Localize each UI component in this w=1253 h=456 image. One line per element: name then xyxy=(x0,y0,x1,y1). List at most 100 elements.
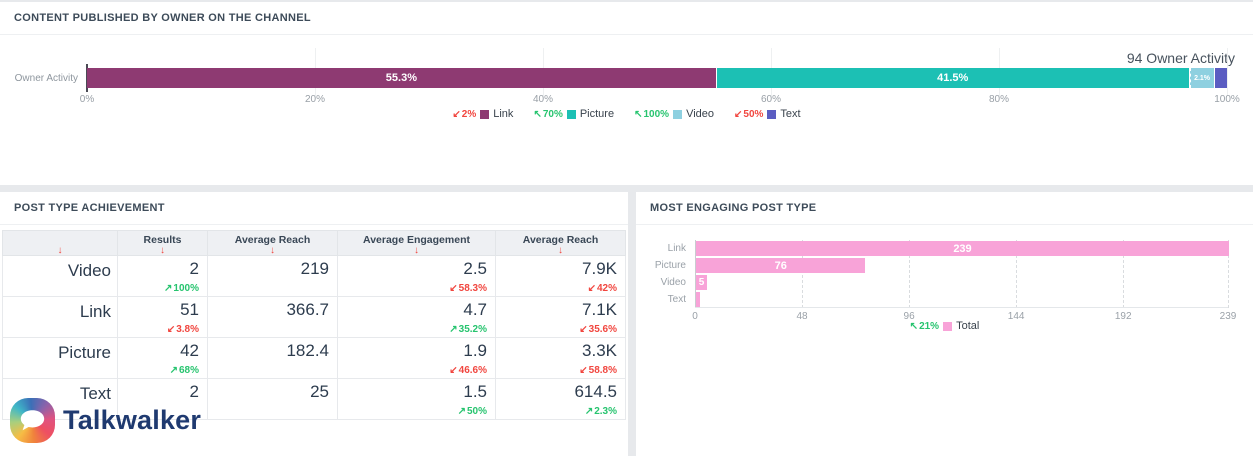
engage-bar-link[interactable]: 239 xyxy=(696,241,1229,256)
change-percent: 58.3% xyxy=(459,283,487,294)
change-percent: 35.2% xyxy=(459,324,487,335)
metric-change-value: ↙58.3% xyxy=(449,283,487,294)
legend-label: Total xyxy=(956,320,979,332)
panel-title-owner-activity: CONTENT PUBLISHED BY OWNER ON THE CHANNE… xyxy=(0,2,1253,35)
change-percent: 35.6% xyxy=(589,324,617,335)
metric-change-value: ↙46.6% xyxy=(449,365,487,376)
decrease-arrow-icon: ↙ xyxy=(734,109,742,120)
legend-change: ↙2% xyxy=(452,109,476,120)
change-percent: 21% xyxy=(919,321,939,332)
owner-x-tick: 20% xyxy=(305,94,325,105)
legend-item-video[interactable]: ↖100%Video xyxy=(634,108,714,120)
change-percent: 68% xyxy=(179,365,199,376)
metric-cell: 614.5↗2.3% xyxy=(496,379,626,420)
owner-segment-link[interactable]: 55.3% xyxy=(87,68,716,88)
metric-change: ↙58.3% xyxy=(338,278,487,296)
legend-label: Video xyxy=(686,108,714,120)
change-percent: 2.3% xyxy=(594,406,617,417)
owner-x-tick: 40% xyxy=(533,94,553,105)
metric-value: 3.3K xyxy=(496,341,617,360)
metric-cell: 1.5 ↗50% xyxy=(338,379,496,420)
legend-item-link[interactable]: ↙2%Link xyxy=(452,108,513,120)
metric-change-value: ↗68% xyxy=(170,365,199,376)
legend-swatch-picture xyxy=(567,110,576,119)
legend-item-total[interactable]: ↖21% Total xyxy=(910,320,980,332)
metric-change-value: ↗50% xyxy=(458,406,487,417)
talkwalker-logo-text: Talkwalker xyxy=(63,405,201,436)
sort-header-results[interactable]: Results↓ xyxy=(118,231,208,256)
talkwalker-speech-bubble-icon xyxy=(10,398,55,443)
engage-y-label-video: Video xyxy=(661,275,686,290)
sort-descending-arrow-icon: ↓ xyxy=(3,246,117,255)
owner-x-axis: 0%20%40%60%80%100% xyxy=(87,94,1227,106)
metric-cell: 182.4 xyxy=(208,338,338,379)
metric-cell: 1.9↙46.6% xyxy=(338,338,496,379)
metric-cell: 3.3K↙58.8% xyxy=(496,338,626,379)
metric-cell: 7.1K↙35.6% xyxy=(496,297,626,338)
metric-value: 1.5 xyxy=(338,382,487,401)
decrease-arrow-icon: ↙ xyxy=(579,365,587,376)
engage-bar-text[interactable] xyxy=(696,292,700,307)
change-percent: 100% xyxy=(173,283,199,294)
owner-x-tick: 100% xyxy=(1214,94,1240,105)
legend-swatch-link xyxy=(480,110,489,119)
row-label: Picture xyxy=(3,338,118,379)
increase-arrow-icon: ↖ xyxy=(634,109,642,120)
decrease-arrow-icon: ↙ xyxy=(452,109,460,120)
decrease-arrow-icon: ↙ xyxy=(449,365,457,376)
metric-change: ↙58.8% xyxy=(496,360,617,378)
metric-value: 182.4 xyxy=(208,341,329,360)
table-row-picture: Picture42↗68%182.4 1.9↙46.6%3.3K↙58.8% xyxy=(3,338,626,379)
owner-gridline xyxy=(1227,48,1228,96)
engage-bar-picture[interactable]: 76 xyxy=(696,258,865,273)
owner-x-tick: 0% xyxy=(80,94,94,105)
engage-x-axis-line xyxy=(695,307,1228,308)
metric-value: 366.7 xyxy=(208,300,329,319)
metric-value: 4.7 xyxy=(338,300,487,319)
engage-bar-video[interactable]: 5 xyxy=(696,275,707,290)
owner-segment-picture[interactable]: 41.5% xyxy=(717,68,1189,88)
row-label: Video xyxy=(3,256,118,297)
legend-label: Picture xyxy=(580,108,614,120)
metric-change: ↗50% xyxy=(338,401,487,419)
metric-cell: 42↗68% xyxy=(118,338,208,379)
metric-change-value: ↗2.3% xyxy=(585,406,617,417)
metric-change-value: ↗100% xyxy=(164,283,199,294)
engage-y-label-link: Link xyxy=(668,241,686,256)
metric-value: 2 xyxy=(118,259,199,278)
metric-change: ↗100% xyxy=(118,278,199,296)
increase-arrow-icon: ↗ xyxy=(585,406,593,417)
metric-change-value: ↗35.2% xyxy=(449,324,487,335)
sort-header-row-type[interactable]: ↓ xyxy=(3,231,118,256)
sort-header-average-engagement[interactable]: Average Engagement↓ xyxy=(338,231,496,256)
owner-activity-row-label: Owner Activity xyxy=(0,73,78,84)
engage-chart-legend: ↖21% Total xyxy=(636,320,1253,332)
achievement-table: ↓Results↓Average Reach↓Average Engagemen… xyxy=(2,230,626,420)
legend-change: ↖21% xyxy=(910,321,939,332)
increase-arrow-icon: ↖ xyxy=(910,321,918,332)
sort-descending-arrow-icon: ↓ xyxy=(208,246,337,255)
sort-header-average-reach[interactable]: Average Reach↓ xyxy=(208,231,338,256)
metric-change: ↙35.6% xyxy=(496,319,617,337)
legend-item-text[interactable]: ↙50% Text xyxy=(734,108,801,120)
metric-value: 7.9K xyxy=(496,259,617,278)
speech-bubble-glyph xyxy=(16,404,49,437)
metric-change: ↙42% xyxy=(496,278,617,296)
owner-activity-plot: 55.3%41.5%2.1% xyxy=(87,46,1227,96)
decrease-arrow-icon: ↙ xyxy=(579,324,587,335)
owner-activity-panel: CONTENT PUBLISHED BY OWNER ON THE CHANNE… xyxy=(0,2,1253,185)
owner-segment-text[interactable] xyxy=(1215,68,1228,88)
legend-item-picture[interactable]: ↖70% Picture xyxy=(533,108,614,120)
metric-value: 219 xyxy=(208,259,329,278)
sort-header-average-reach[interactable]: Average Reach↓ xyxy=(496,231,626,256)
table-row-link: Link51↙3.8%366.74.7↗35.2%7.1K↙35.6% xyxy=(3,297,626,338)
legend-label: Text xyxy=(780,108,800,120)
change-percent: 50% xyxy=(743,109,763,120)
legend-swatch-total xyxy=(943,322,952,331)
owner-segment-video[interactable]: 2.1% xyxy=(1190,68,1214,88)
metric-cell: 2 ↗100% xyxy=(118,256,208,297)
legend-change: ↖70% xyxy=(533,109,562,120)
change-percent: 3.8% xyxy=(176,324,199,335)
metric-cell: 2.5↙58.3% xyxy=(338,256,496,297)
change-percent: 50% xyxy=(467,406,487,417)
